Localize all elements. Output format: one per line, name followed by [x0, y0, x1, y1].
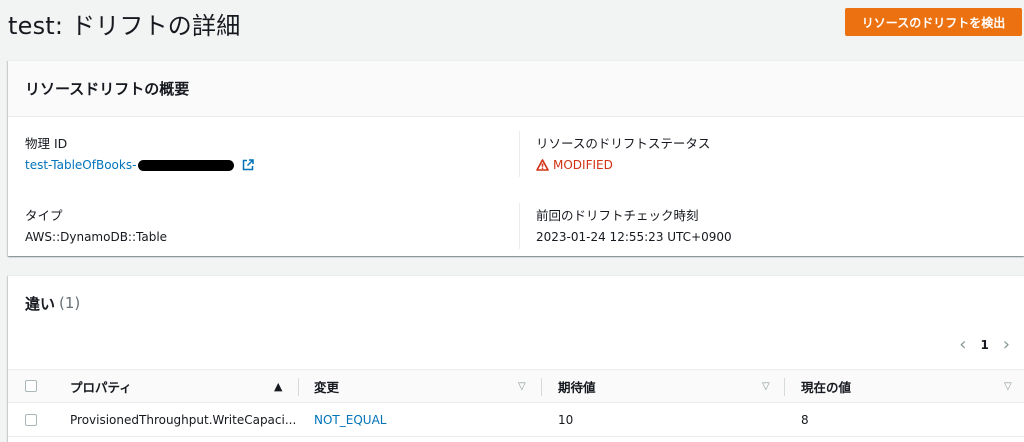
sort-caret-down-icon[interactable]: ▽: [762, 381, 770, 392]
page-title: test: ドリフトの詳細: [8, 12, 241, 40]
sort-ascending-icon[interactable]: ▲: [274, 380, 282, 393]
warning-icon: [536, 159, 549, 171]
external-link-icon[interactable]: [242, 159, 255, 171]
sort-caret-down-icon[interactable]: ▽: [518, 381, 526, 392]
column-header-expected[interactable]: 期待値: [558, 370, 596, 402]
chevron-left-icon[interactable]: ‹: [959, 334, 966, 355]
last-check-field: 前回のドリフトチェック時刻 2023-01-24 12:55:23 UTC+09…: [536, 205, 732, 244]
differences-title: 違い: [25, 294, 56, 313]
detect-drift-button[interactable]: リソースのドリフトを検出: [845, 8, 1022, 36]
table-row[interactable]: ProvisionedThroughput.WriteCapaci... NOT…: [8, 403, 1024, 437]
column-divider: [519, 131, 520, 177]
column-header-change[interactable]: 変更: [314, 370, 339, 402]
drift-status-label: リソースのドリフトステータス: [536, 136, 711, 151]
drift-status-field: リソースのドリフトステータス MODIFIED: [536, 133, 710, 172]
resource-drift-summary-panel: リソースドリフトの概要 物理 ID test-TableOfBooks- タイプ…: [8, 60, 1024, 256]
column-separator[interactable]: [541, 378, 542, 396]
column-header-actual[interactable]: 現在の値: [801, 370, 851, 402]
type-label: タイプ: [25, 208, 63, 223]
column-divider: [519, 203, 520, 249]
last-check-value: 2023-01-24 12:55:23 UTC+0900: [536, 230, 732, 244]
row-property: ProvisionedThroughput.WriteCapaci...: [70, 412, 297, 427]
pagination: ‹ 1 ›: [959, 334, 1010, 355]
last-check-label: 前回のドリフトチェック時刻: [536, 208, 699, 223]
column-separator[interactable]: [784, 378, 785, 396]
chevron-right-icon[interactable]: ›: [1003, 334, 1010, 355]
row-actual: 8: [801, 412, 809, 427]
type-field: タイプ AWS::DynamoDB::Table: [25, 205, 167, 244]
summary-title: リソースドリフトの概要: [25, 80, 190, 98]
summary-header: リソースドリフトの概要: [8, 61, 1024, 117]
row-expected: 10: [558, 412, 574, 427]
row-change-link[interactable]: NOT_EQUAL: [314, 403, 386, 436]
differences-count: (1): [59, 294, 81, 312]
sort-caret-down-icon[interactable]: ▽: [1004, 381, 1012, 392]
redacted-block: [138, 159, 235, 171]
differences-panel: 違い (1) ‹ 1 › プロパティ ▲ 変更 ▽ 期待値 ▽ 現在の値 ▽ P…: [8, 275, 1024, 442]
physical-id-label: 物理 ID: [25, 136, 68, 151]
page-number[interactable]: 1: [980, 338, 988, 352]
column-separator[interactable]: [298, 378, 299, 396]
drift-status-value: MODIFIED: [553, 158, 613, 172]
physical-id-link[interactable]: test-TableOfBooks-: [25, 158, 136, 172]
physical-id-field: 物理 ID test-TableOfBooks-: [25, 133, 255, 172]
table-header: プロパティ ▲ 変更 ▽ 期待値 ▽ 現在の値 ▽: [8, 369, 1024, 403]
row-checkbox[interactable]: [25, 413, 37, 426]
type-value: AWS::DynamoDB::Table: [25, 230, 168, 244]
differences-header: 違い (1): [8, 276, 1024, 330]
column-header-property[interactable]: プロパティ: [70, 370, 132, 402]
select-all-checkbox[interactable]: [25, 380, 37, 392]
